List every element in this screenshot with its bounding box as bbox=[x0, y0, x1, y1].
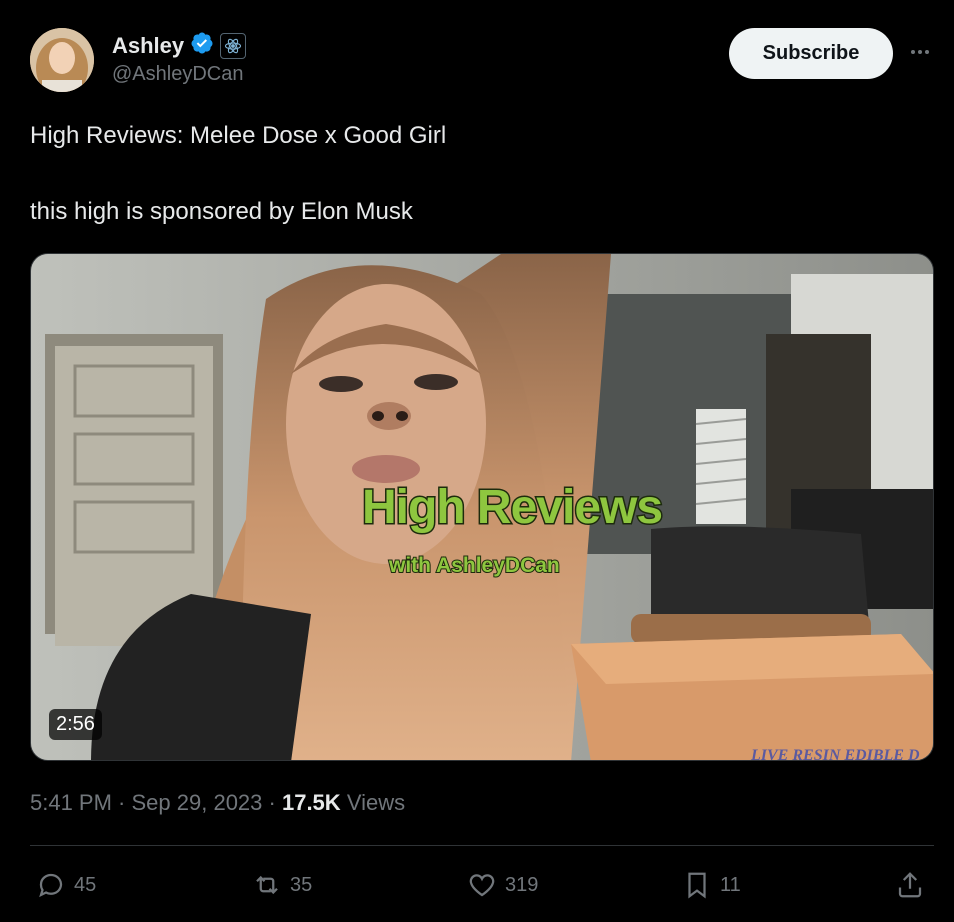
verified-badge-icon bbox=[190, 31, 214, 60]
divider bbox=[30, 845, 934, 846]
heart-icon bbox=[469, 874, 495, 897]
share-icon bbox=[898, 872, 922, 898]
reply-count: 45 bbox=[74, 873, 97, 896]
like-button[interactable]: 319 bbox=[467, 860, 538, 910]
post-date[interactable]: Sep 29, 2023 bbox=[132, 790, 263, 815]
bookmark-icon bbox=[688, 872, 706, 899]
video-overlay-subtitle: with AshleyDCan bbox=[388, 553, 561, 578]
repost-button[interactable]: 35 bbox=[252, 860, 312, 910]
author-name-row: Ashley bbox=[112, 31, 247, 60]
video-duration-badge: 2:56 bbox=[49, 709, 102, 740]
repost-count: 35 bbox=[290, 873, 313, 896]
more-icon[interactable] bbox=[904, 36, 936, 68]
share-button[interactable] bbox=[895, 860, 925, 910]
author-name[interactable]: Ashley bbox=[112, 33, 184, 59]
video-overlay-title: High Reviews bbox=[360, 480, 664, 536]
views-label: Views bbox=[346, 790, 406, 815]
atom-icon[interactable] bbox=[220, 32, 247, 59]
box-label: LIVE RESIN EDIBLE D bbox=[750, 747, 920, 761]
bookmark-button[interactable]: 11 bbox=[682, 860, 741, 910]
avatar[interactable] bbox=[30, 28, 94, 92]
views-count: 17.5K bbox=[281, 790, 341, 815]
avatar-image bbox=[30, 28, 94, 92]
post-text-line-2: this high is sponsored by Elon Musk bbox=[30, 198, 413, 225]
post-time[interactable]: 5:41 PM bbox=[30, 790, 112, 815]
reply-button[interactable]: 45 bbox=[36, 860, 96, 910]
post-meta: 5:41 PM · Sep 29, 2023 · 17.5K Views bbox=[30, 790, 406, 815]
like-count: 319 bbox=[505, 873, 539, 896]
repost-icon bbox=[256, 875, 278, 895]
video-player[interactable]: LIVE RESIN EDIBLE D High Reviews with As… bbox=[30, 253, 934, 761]
action-bar: 45 35 319 11 bbox=[0, 860, 954, 910]
post-text-line-1: High Reviews: Melee Dose x Good Girl bbox=[30, 122, 447, 149]
reply-icon bbox=[39, 873, 63, 898]
subscribe-button[interactable]: Subscribe bbox=[729, 28, 893, 79]
author-handle[interactable]: @AshleyDCan bbox=[112, 63, 243, 86]
bookmark-count: 11 bbox=[720, 873, 741, 896]
